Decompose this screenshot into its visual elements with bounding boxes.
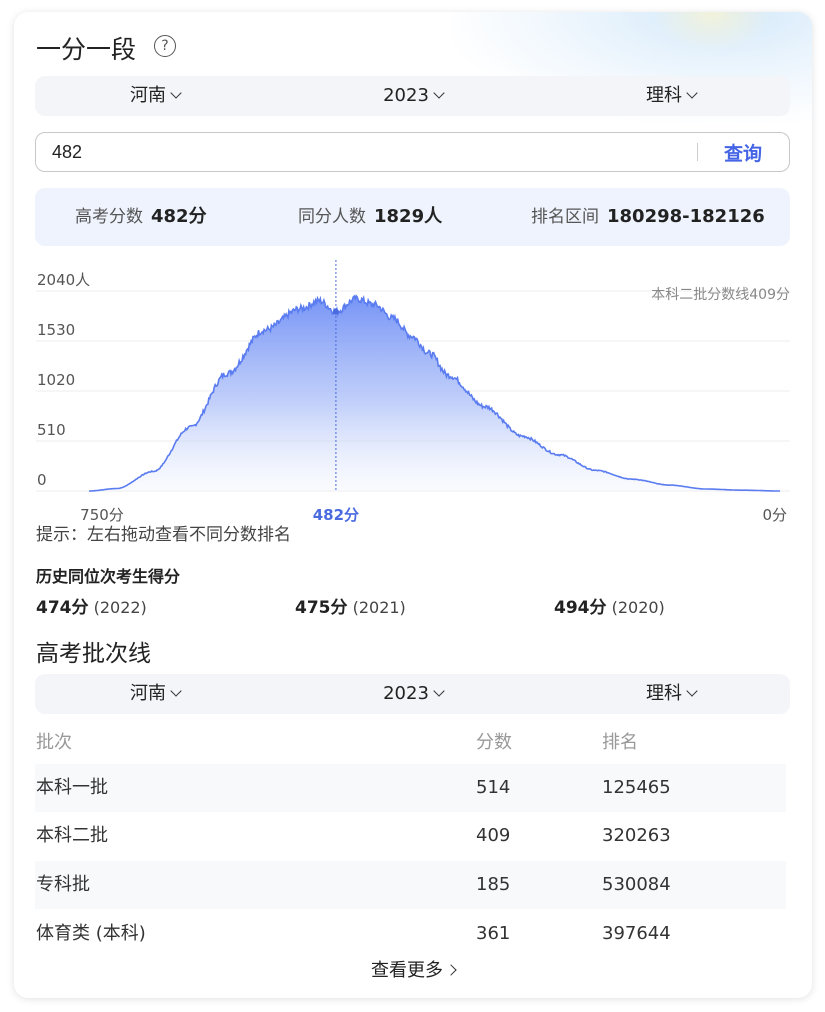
batch-name: 专科批: [36, 874, 90, 895]
search-divider: [697, 143, 698, 161]
history-score: 475分: [295, 598, 348, 618]
batch-rank: 320263: [602, 825, 671, 846]
y-tick-labels: 2040人 1530 1020 510 0: [37, 271, 90, 489]
score-rank-card: 一分一段 ? 河南 2023 理科 查询 高考分数 482分 同分人数 1829人 …: [14, 12, 812, 998]
province-select[interactable]: 河南: [95, 76, 215, 116]
batch-name: 体育类 (本科): [36, 923, 146, 944]
y-tick-label: 1020: [37, 371, 75, 389]
drag-hint: 提示：左右拖动查看不同分数排名: [36, 525, 291, 545]
batch-subject-label: 理科: [646, 683, 682, 704]
distribution-area: [89, 295, 780, 491]
chevron-down-icon: [170, 87, 182, 99]
table-row: 专科批 185 530084: [35, 861, 786, 909]
history-title: 历史同位次考生得分: [36, 567, 181, 586]
history-year: (2020): [611, 598, 665, 617]
batch-score: 514: [476, 777, 511, 798]
table-header-batch: 批次: [36, 732, 72, 753]
batch-score: 185: [476, 874, 511, 895]
chevron-down-icon: [433, 87, 445, 99]
table-row: 本科二批 409 320263: [35, 812, 786, 860]
year-select-label: 2023: [383, 85, 429, 106]
y-tick-label: 510: [37, 421, 66, 439]
filter-bar: 河南 2023 理科: [35, 76, 790, 116]
rank-range-label: 排名区间: [531, 207, 599, 227]
batch-province-select[interactable]: 河南: [95, 674, 215, 714]
batch-year-select[interactable]: 2023: [353, 674, 473, 714]
same-score-label: 同分人数: [298, 207, 366, 227]
year-select[interactable]: 2023: [353, 76, 473, 116]
question-circle-icon[interactable]: ?: [154, 35, 176, 57]
view-more-label: 查看更多: [371, 960, 443, 981]
table-row: 体育类 (本科) 361 397644: [35, 910, 786, 958]
score-cursor-dot: [332, 308, 339, 315]
score-stat-value: 482分: [151, 206, 207, 227]
y-tick-label: 1530: [37, 321, 75, 339]
score-input[interactable]: [52, 139, 652, 165]
history-item: 494分 (2020): [554, 593, 665, 618]
table-header-rank: 排名: [602, 732, 638, 753]
score-search-box: 查询: [35, 132, 790, 172]
batch-rank: 125465: [602, 777, 671, 798]
table-header-score: 分数: [476, 732, 512, 753]
score-stat: 高考分数 482分: [75, 188, 207, 246]
view-more-link[interactable]: 查看更多: [14, 956, 812, 982]
history-score: 474分: [36, 598, 89, 618]
x-right-label: 0分: [762, 506, 787, 524]
y-tick-label: 2040人: [37, 271, 90, 289]
header-glow-accent: [652, 12, 772, 52]
x-selected-label: 482分: [313, 506, 359, 524]
batch-score: 361: [476, 923, 511, 944]
batch-year-label: 2023: [383, 683, 429, 704]
chevron-down-icon: [433, 685, 445, 697]
history-score: 494分: [554, 598, 607, 618]
batch-score: 409: [476, 825, 511, 846]
batch-section-title: 高考批次线: [36, 641, 151, 667]
province-select-label: 河南: [130, 85, 166, 106]
table-row: 本科一批 514 125465: [35, 764, 786, 812]
rank-range-value: 180298-182126: [607, 206, 765, 227]
batch-name: 本科一批: [36, 777, 108, 798]
batch-subject-select[interactable]: 理科: [611, 674, 731, 714]
batch-line-annotation: 本科二批分数线409分: [651, 287, 790, 303]
query-button[interactable]: 查询: [724, 139, 762, 166]
chevron-right-icon: [445, 964, 457, 976]
chevron-down-icon: [686, 685, 698, 697]
batch-filter-bar: 河南 2023 理科: [35, 674, 790, 714]
y-tick-label: 0: [37, 471, 47, 489]
card-title: 一分一段: [36, 35, 137, 64]
distribution-svg[interactable]: 2040人153010205100 本科二批分数线409分 750分 482分 …: [14, 242, 812, 542]
same-score-stat: 同分人数 1829人: [298, 188, 442, 246]
subject-select-label: 理科: [646, 85, 682, 106]
history-year: (2021): [352, 598, 406, 617]
same-score-value: 1829人: [374, 206, 443, 227]
chevron-down-icon: [170, 685, 182, 697]
batch-province-label: 河南: [130, 683, 166, 704]
batch-rank: 530084: [602, 874, 671, 895]
history-item: 474分 (2022): [36, 593, 147, 618]
history-year: (2022): [93, 598, 147, 617]
score-distribution-chart[interactable]: 2040人 1530 1020 510 0 本科二批分数线409分 750分 482分 …: [14, 242, 812, 542]
subject-select[interactable]: 理科: [611, 76, 731, 116]
history-item: 475分 (2021): [295, 593, 406, 618]
score-stats-panel: 高考分数 482分 同分人数 1829人 排名区间 180298-182126: [35, 188, 790, 246]
chevron-down-icon: [686, 87, 698, 99]
rank-range-stat: 排名区间 180298-182126: [531, 188, 765, 246]
score-stat-label: 高考分数: [75, 207, 143, 227]
batch-rank: 397644: [602, 923, 671, 944]
batch-name: 本科二批: [36, 825, 108, 846]
